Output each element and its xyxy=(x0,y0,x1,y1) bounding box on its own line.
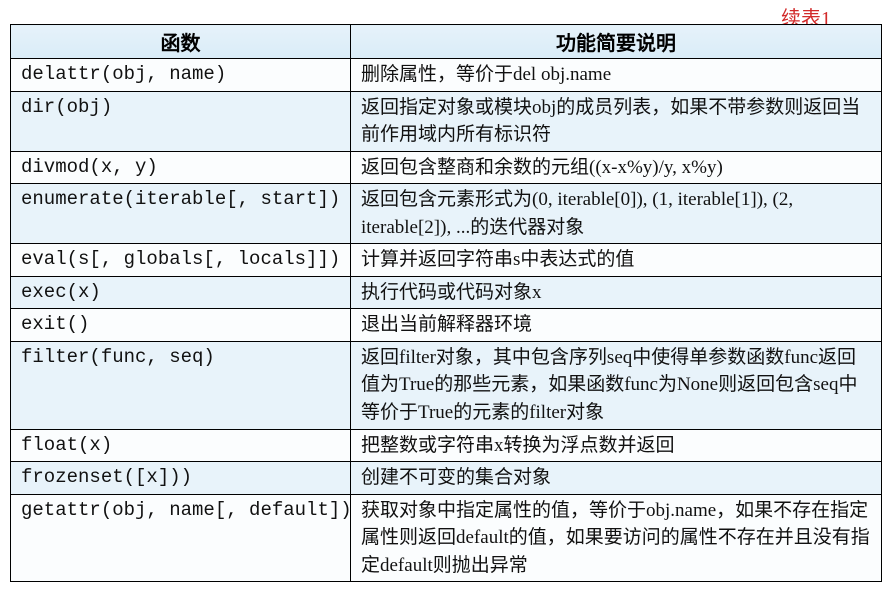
function-description: 退出当前解释器环境 xyxy=(351,309,882,342)
function-description: 把整数或字符串x转换为浮点数并返回 xyxy=(351,429,882,462)
table-row: getattr(obj, name[, default])获取对象中指定属性的值… xyxy=(11,494,882,582)
table-row: delattr(obj, name)删除属性，等价于del obj.name xyxy=(11,59,882,92)
function-signature: delattr(obj, name) xyxy=(11,59,351,92)
function-signature: exit() xyxy=(11,309,351,342)
function-signature: divmod(x, y) xyxy=(11,151,351,184)
function-description: 获取对象中指定属性的值，等价于obj.name，如果不存在指定属性则返回defa… xyxy=(351,494,882,582)
table-row: eval(s[, globals[, locals]])计算并返回字符串s中表达… xyxy=(11,244,882,277)
function-signature: exec(x) xyxy=(11,276,351,309)
table-header-row: 函数 功能简要说明 xyxy=(11,25,882,59)
function-description: 返回包含元素形式为(0, iterable[0]), (1, iterable[… xyxy=(351,184,882,244)
function-signature: dir(obj) xyxy=(11,91,351,151)
table-row: frozenset([x]))创建不可变的集合对象 xyxy=(11,462,882,495)
header-function: 函数 xyxy=(11,25,351,59)
function-description: 返回包含整商和余数的元组((x-x%y)/y, x%y) xyxy=(351,151,882,184)
function-description: 创建不可变的集合对象 xyxy=(351,462,882,495)
table-container: 函数 功能简要说明 delattr(obj, name)删除属性，等价于del … xyxy=(10,24,881,582)
function-signature: frozenset([x])) xyxy=(11,462,351,495)
table-row: exit()退出当前解释器环境 xyxy=(11,309,882,342)
function-description: 删除属性，等价于del obj.name xyxy=(351,59,882,92)
function-description: 执行代码或代码对象x xyxy=(351,276,882,309)
table-row: dir(obj)返回指定对象或模块obj的成员列表，如果不带参数则返回当前作用域… xyxy=(11,91,882,151)
table-row: filter(func, seq)返回filter对象，其中包含序列seq中使得… xyxy=(11,341,882,429)
function-signature: eval(s[, globals[, locals]]) xyxy=(11,244,351,277)
functions-table: 函数 功能简要说明 delattr(obj, name)删除属性，等价于del … xyxy=(10,24,882,582)
function-signature: getattr(obj, name[, default]) xyxy=(11,494,351,582)
function-description: 计算并返回字符串s中表达式的值 xyxy=(351,244,882,277)
function-description: 返回指定对象或模块obj的成员列表，如果不带参数则返回当前作用域内所有标识符 xyxy=(351,91,882,151)
function-signature: float(x) xyxy=(11,429,351,462)
header-description: 功能简要说明 xyxy=(351,25,882,59)
table-body: delattr(obj, name)删除属性，等价于del obj.namedi… xyxy=(11,59,882,582)
function-signature: enumerate(iterable[, start]) xyxy=(11,184,351,244)
table-row: divmod(x, y)返回包含整商和余数的元组((x-x%y)/y, x%y) xyxy=(11,151,882,184)
table-row: float(x)把整数或字符串x转换为浮点数并返回 xyxy=(11,429,882,462)
table-row: enumerate(iterable[, start])返回包含元素形式为(0,… xyxy=(11,184,882,244)
function-description: 返回filter对象，其中包含序列seq中使得单参数函数func返回值为True… xyxy=(351,341,882,429)
function-signature: filter(func, seq) xyxy=(11,341,351,429)
table-row: exec(x)执行代码或代码对象x xyxy=(11,276,882,309)
